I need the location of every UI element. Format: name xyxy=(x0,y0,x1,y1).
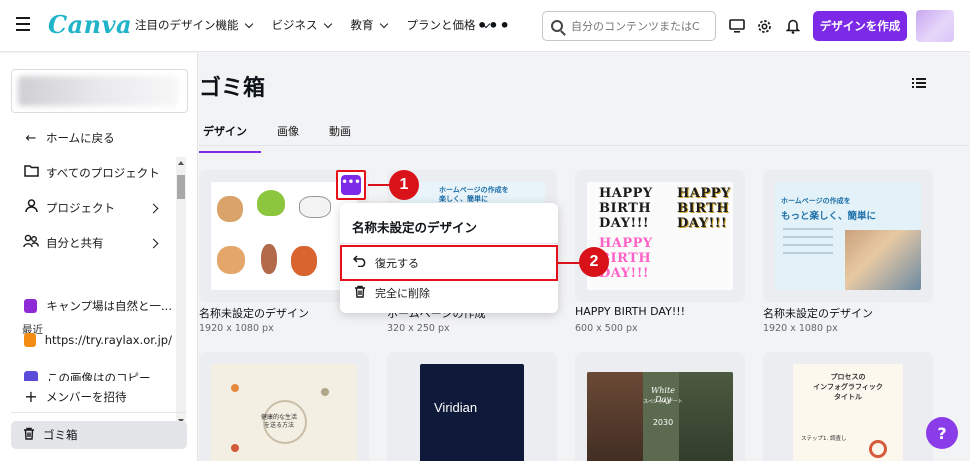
design-title[interactable]: HAPPY BIRTH DAY!!! xyxy=(575,305,685,318)
sidebar: ← ホームに戻る すべてのプロジェクト プロジェクト 自分と共有 最近 キャンプ… xyxy=(0,53,198,461)
sidebar-item-shared[interactable]: 自分と共有 xyxy=(22,234,172,252)
chevron-down-icon xyxy=(244,19,253,28)
design-icon xyxy=(24,299,38,313)
design-icon xyxy=(24,333,36,347)
avatar[interactable] xyxy=(916,10,954,42)
design-size: 1920 x 1080 px xyxy=(199,323,274,334)
search-box[interactable] xyxy=(542,11,716,41)
design-size: 320 x 250 px xyxy=(387,323,450,334)
delete-forever-menu-item[interactable]: 完全に削除 xyxy=(340,279,558,307)
design-title[interactable]: 名称未設定のデザイン xyxy=(199,305,309,321)
folder-icon xyxy=(22,164,40,181)
design-icon xyxy=(24,371,38,381)
design-thumbnail: Viridian xyxy=(420,364,524,461)
sidebar-item-all-projects[interactable]: すべてのプロジェクト xyxy=(22,164,172,181)
sidebar-item-trash[interactable]: ゴミ箱 xyxy=(11,421,187,449)
tab-bar: デザイン 画像 動画 xyxy=(199,123,377,153)
more-icon: ••• xyxy=(341,175,361,195)
chevron-right-icon xyxy=(148,203,159,213)
sidebar-scrollbar[interactable] xyxy=(176,157,186,427)
nav-business[interactable]: ビジネス xyxy=(272,17,332,33)
menu-icon[interactable] xyxy=(16,17,32,33)
top-nav: 注目のデザイン機能 ビジネス 教育 プランと価格 xyxy=(135,17,490,33)
design-card[interactable]: ホームページの作成を もっと楽しく、簡単に xyxy=(763,170,933,302)
invite-members-button[interactable]: + メンバーを招待 xyxy=(22,387,172,406)
design-thumbnail: ホームページの作成を もっと楽しく、簡単に xyxy=(775,182,921,290)
callout-badge: 2 xyxy=(579,247,609,277)
callout-line xyxy=(368,184,390,186)
design-size: 600 x 500 px xyxy=(575,323,638,334)
person-icon xyxy=(22,199,40,217)
arrow-left-icon: ← xyxy=(25,130,37,146)
team-switcher[interactable] xyxy=(11,69,188,113)
tab-images[interactable]: 画像 xyxy=(273,123,313,153)
divider xyxy=(11,412,187,413)
chevron-down-icon xyxy=(379,19,388,28)
callout-badge: 1 xyxy=(389,170,419,200)
tab-designs[interactable]: デザイン xyxy=(199,123,261,153)
design-card[interactable]: プロセスの インフォグラフィック タイトル ステップ1. 調査し xyxy=(763,352,933,461)
design-card[interactable]: Viridian xyxy=(387,352,557,461)
search-input[interactable] xyxy=(571,19,711,33)
design-thumbnail: HAPPY BIRTH DAY!!! HAPPY BIRTH DAY!!! HA… xyxy=(587,182,733,290)
search-icon xyxy=(551,20,563,32)
recent-item[interactable]: キャンプ場は自然と一... xyxy=(22,298,172,314)
nav-featured[interactable]: 注目のデザイン機能 xyxy=(135,17,253,33)
design-size: 1920 x 1080 px xyxy=(763,323,838,334)
callout-line xyxy=(558,262,580,264)
desktop-icon[interactable] xyxy=(727,16,747,36)
design-card[interactable]: 健康的な生活 を送る方法 xyxy=(199,352,369,461)
trash-icon xyxy=(352,285,368,302)
restore-highlight xyxy=(340,245,558,281)
top-bar: Canva 注目のデザイン機能 ビジネス 教育 プランと価格 ••• デザインを… xyxy=(0,0,970,52)
page-title: ゴミ箱 xyxy=(199,76,266,101)
tab-videos[interactable]: 動画 xyxy=(325,123,365,153)
menu-title: 名称未設定のデザイン xyxy=(352,220,478,235)
plus-icon: + xyxy=(24,387,38,406)
create-design-button[interactable]: デザインを作成 xyxy=(813,11,907,41)
help-button[interactable]: ? xyxy=(926,417,958,449)
gear-icon[interactable] xyxy=(754,16,774,36)
recent-item[interactable]: この画像はのコピー xyxy=(22,367,172,381)
sidebar-item-home[interactable]: ← ホームに戻る xyxy=(22,130,172,146)
design-title[interactable]: 名称未設定のデザイン xyxy=(763,305,873,321)
design-thumbnail: White Day スペシャルデート 2030 xyxy=(587,372,733,461)
more-nav-icon[interactable]: ••• xyxy=(477,16,511,35)
trash-icon xyxy=(23,427,35,443)
design-card[interactable]: White Day スペシャルデート 2030 xyxy=(575,352,745,461)
design-more-button[interactable]: ••• xyxy=(336,170,366,200)
sidebar-item-projects[interactable]: プロジェクト xyxy=(22,199,172,217)
bell-icon[interactable] xyxy=(783,16,803,36)
chevron-right-icon xyxy=(148,238,159,248)
design-thumbnail: 健康的な生活 を送る方法 xyxy=(211,364,357,461)
design-thumbnail: プロセスの インフォグラフィック タイトル ステップ1. 調査し xyxy=(793,364,903,461)
list-view-icon[interactable] xyxy=(912,77,926,93)
recent-item[interactable]: https://try.raylax.or.jp/ xyxy=(22,333,172,347)
nav-education[interactable]: 教育 xyxy=(351,17,388,33)
tab-divider xyxy=(199,145,969,146)
canva-logo[interactable]: Canva xyxy=(48,10,132,39)
design-card[interactable]: HAPPY BIRTH DAY!!! HAPPY BIRTH DAY!!! HA… xyxy=(575,170,745,302)
chevron-down-icon xyxy=(323,19,332,28)
people-icon xyxy=(22,234,40,252)
